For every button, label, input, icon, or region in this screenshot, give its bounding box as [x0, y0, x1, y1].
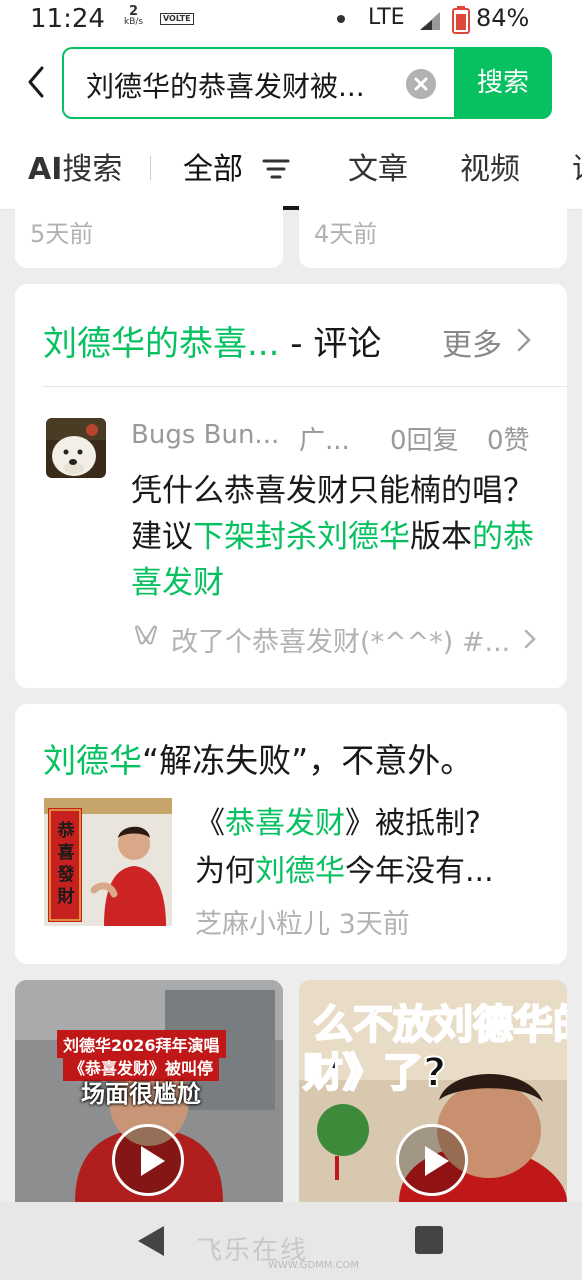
result-card[interactable]: 5天前: [15, 200, 283, 268]
reply-count: 0回复: [390, 426, 459, 456]
battery-icon: [452, 6, 470, 34]
tab-ai-search[interactable]: AI搜索: [28, 144, 122, 188]
video-caption: 场面很尴尬: [81, 1080, 201, 1108]
card-time: 5天前: [30, 220, 94, 248]
channels-icon: [134, 625, 158, 645]
comment-source: 广...: [299, 426, 350, 456]
search-query[interactable]: 刘德华的恭喜发财被...: [86, 65, 396, 105]
article-summary-line: 为何刘德华今年没有...: [195, 854, 494, 889]
nav-recents-icon[interactable]: [415, 1226, 443, 1254]
network-speed: 2 kB/s: [124, 4, 144, 27]
like-count: 0赞: [487, 426, 530, 456]
chevron-right-icon[interactable]: [515, 326, 533, 354]
comment-body: 凭什么恭喜发财只能楠的唱？建议下架封杀刘德华版本的恭喜发财: [131, 473, 534, 601]
tab-video[interactable]: 视频: [460, 144, 520, 188]
comment-username[interactable]: Bugs Bun...: [131, 420, 279, 450]
tab-topic[interactable]: 话: [572, 144, 582, 188]
system-nav-bar: 飞乐在线 WWW.GDMM.COM: [0, 1202, 582, 1280]
result-card[interactable]: 4天前: [299, 200, 567, 268]
watermark-url: WWW.GDMM.COM: [268, 1260, 360, 1271]
search-input[interactable]: 刘德华的恭喜发财被...: [62, 47, 454, 119]
card-time: 4天前: [314, 220, 378, 248]
battery-percent: 84%: [476, 4, 530, 32]
notification-dot-icon: [337, 15, 345, 23]
article-card[interactable]: 刘德华“解冻失败”，不意外。 恭喜發財 《恭喜发财》被抵制? 为何刘德华今年没有…: [15, 704, 567, 964]
tab-all[interactable]: 全部: [183, 144, 243, 188]
tab-divider: [150, 156, 151, 180]
status-bar: 11:24 2 kB/s VOLTE LTE 84%: [0, 0, 582, 40]
referenced-video-title[interactable]: 改了个恭喜发财(*^^*) #...: [171, 620, 510, 659]
network-type: LTE: [368, 5, 405, 30]
search-button[interactable]: 搜索: [454, 47, 552, 119]
back-arrow-icon[interactable]: [22, 62, 52, 102]
comment-section-title: 刘德华的恭喜... - 评论: [43, 324, 382, 364]
nav-back-icon[interactable]: [136, 1224, 166, 1258]
article-title[interactable]: 刘德华“解冻失败”，不意外。: [43, 734, 473, 782]
video-card[interactable]: 刘德华2026拜年演唱 《恭喜发财》被叫停 场面很尴尬: [15, 980, 283, 1202]
play-icon[interactable]: [112, 1124, 184, 1196]
filter-tabs: AI搜索 全部 文章 视频 话: [0, 126, 582, 210]
filter-icon[interactable]: [262, 158, 290, 180]
comment-section-card[interactable]: 刘德华的恭喜... - 评论 更多 Bugs Bun... 广... 0回复 0…: [15, 284, 567, 688]
article-meta: 芝麻小粒儿 3天前: [195, 909, 410, 940]
divider: [43, 386, 567, 387]
play-icon[interactable]: [396, 1124, 468, 1196]
status-time: 11:24: [30, 4, 105, 34]
article-thumbnail[interactable]: 恭喜發財: [44, 798, 172, 926]
search-header: 刘德华的恭喜发财被... 搜索: [0, 40, 582, 126]
more-link[interactable]: 更多: [442, 320, 502, 364]
tab-article[interactable]: 文章: [348, 144, 408, 188]
video-overlay-text: 财》了?: [302, 1049, 447, 1097]
avatar[interactable]: [46, 418, 106, 478]
video-card[interactable]: 么不放刘德华的 财》了?: [299, 980, 567, 1202]
chevron-right-icon[interactable]: [523, 628, 537, 650]
clear-icon[interactable]: [406, 69, 436, 99]
volte-badge: VOLTE: [160, 13, 194, 25]
thumbnail-couplet-text: 恭喜發財: [57, 821, 75, 907]
article-summary-line: 《恭喜发财》被抵制?: [195, 806, 481, 841]
signal-icon: [420, 12, 440, 30]
